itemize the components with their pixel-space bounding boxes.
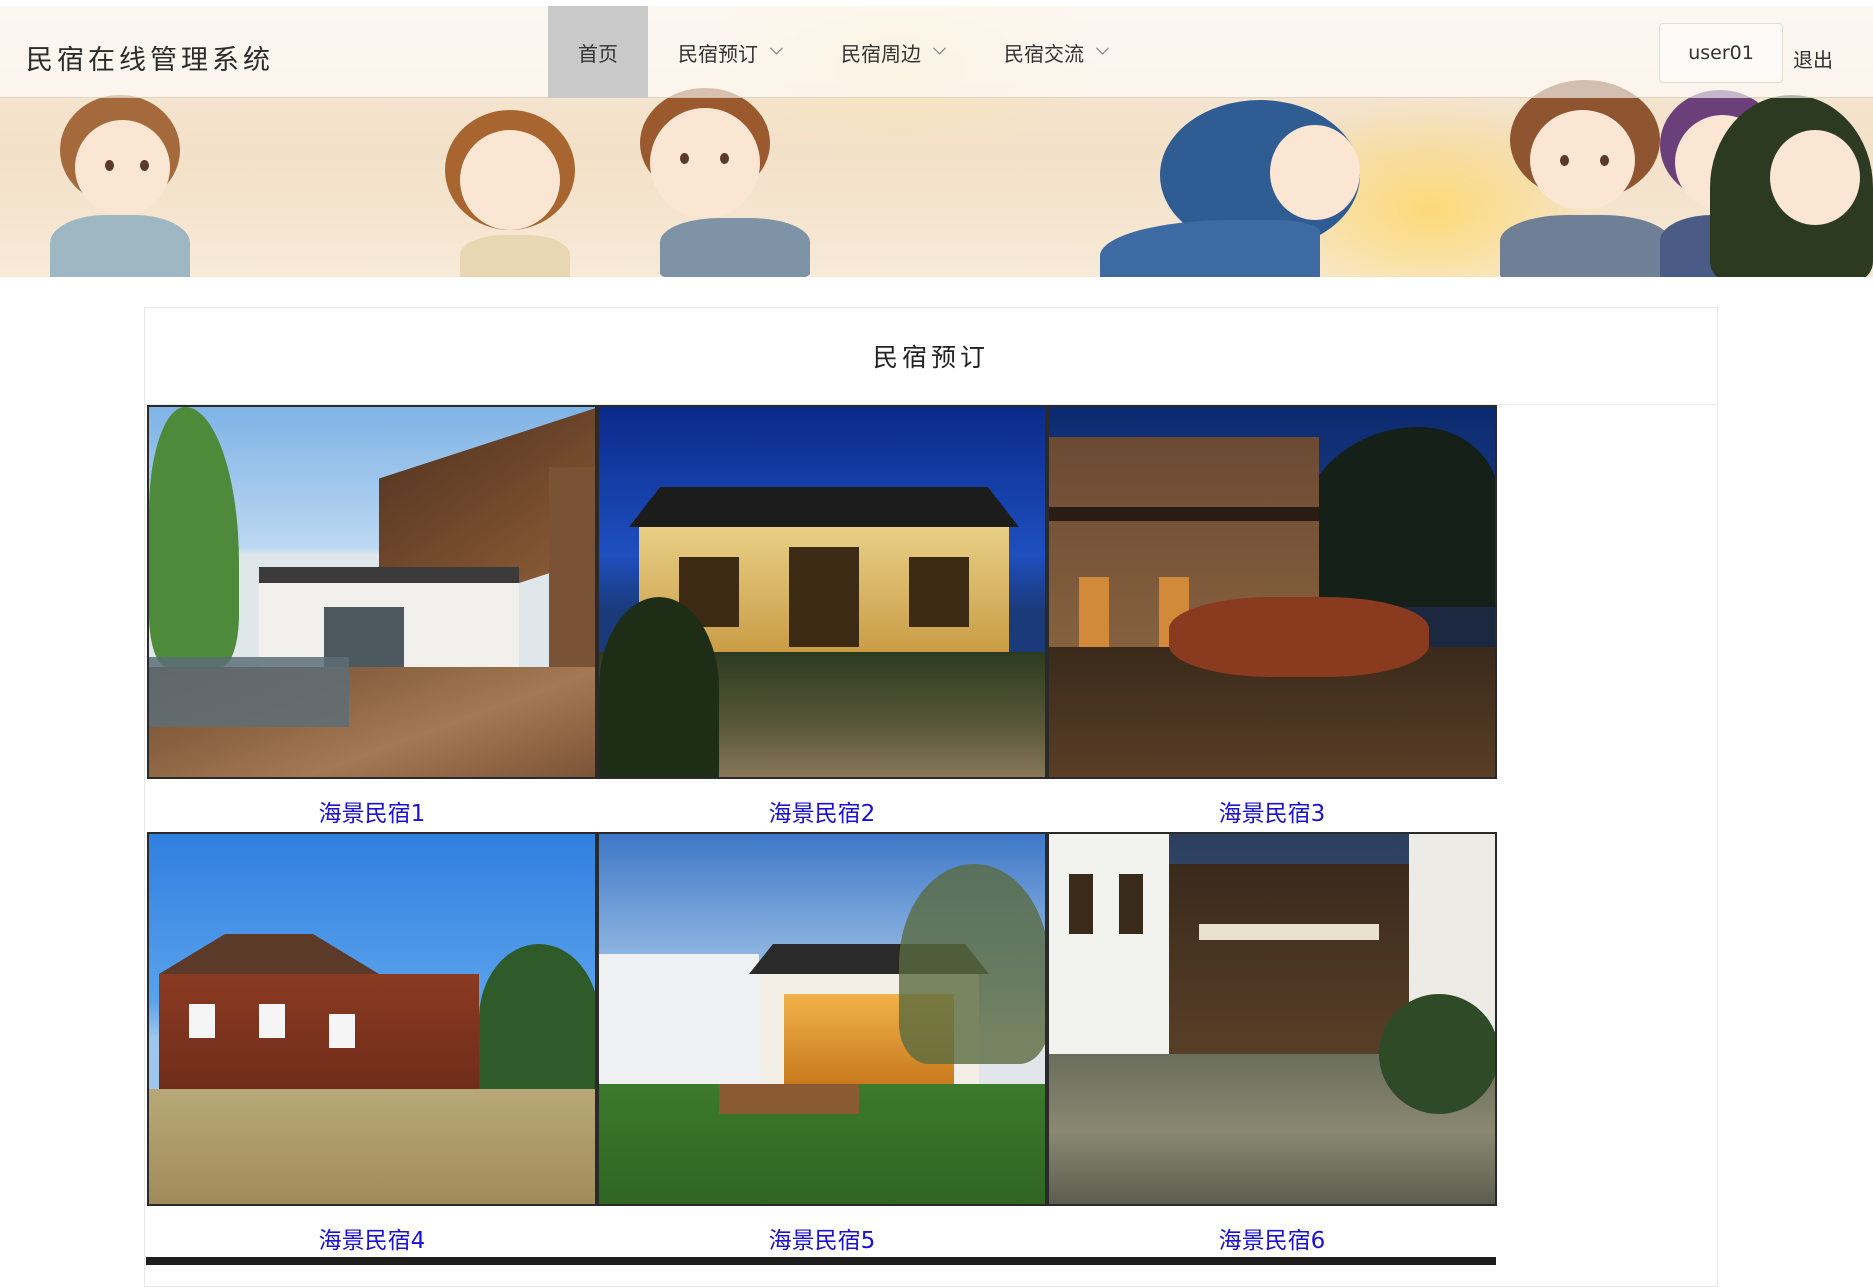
character-4	[1080, 100, 1380, 277]
character-3	[620, 88, 810, 277]
header-banner: 民宿在线管理系统 首页 民宿预订 民宿周边 民宿交流 user01 退出	[0, 0, 1873, 277]
chevron-down-icon	[1096, 41, 1109, 55]
menu-item-booking-label: 民宿预订	[678, 41, 758, 66]
homestay-name[interactable]: 海景民宿6	[1047, 1206, 1497, 1259]
chevron-down-icon	[933, 41, 946, 55]
homestay-photo[interactable]	[597, 832, 1047, 1206]
section-title: 民宿预订	[145, 308, 1717, 405]
logout-link[interactable]: 退出	[1793, 44, 1833, 73]
user-button[interactable]: user01	[1659, 23, 1783, 83]
homestay-name[interactable]: 海景民宿1	[147, 779, 597, 832]
character-5	[1500, 80, 1670, 277]
homestay-card[interactable]: 海景民宿5	[597, 832, 1047, 1259]
main-menu: 首页 民宿预订 民宿周边 民宿交流	[548, 6, 1137, 98]
character-1	[40, 95, 190, 277]
top-navbar: 民宿在线管理系统 首页 民宿预订 民宿周边 民宿交流 user01 退出	[0, 6, 1873, 98]
homestay-card[interactable]: 海景民宿6	[1047, 832, 1497, 1259]
character-7	[1710, 95, 1873, 277]
homestay-photo[interactable]	[1047, 832, 1497, 1206]
homestay-name[interactable]: 海景民宿3	[1047, 779, 1497, 832]
homestay-card[interactable]: 海景民宿4	[147, 832, 597, 1259]
homestay-name[interactable]: 海景民宿2	[597, 779, 1047, 832]
homestay-name[interactable]: 海景民宿4	[147, 1206, 597, 1259]
homestay-card[interactable]: 海景民宿2	[597, 405, 1047, 832]
chevron-down-icon	[770, 41, 783, 55]
menu-item-home[interactable]: 首页	[548, 6, 648, 98]
character-2	[440, 110, 580, 277]
homestay-grid: 海景民宿1 海景民宿2 海景民宿3 海景民宿4 海景民宿5 海景民宿6	[147, 405, 1497, 1259]
homestay-photo[interactable]	[147, 405, 597, 779]
site-logo[interactable]: 民宿在线管理系统	[26, 38, 274, 77]
booking-card: 民宿预订 海景民宿1 海景民宿2 海景民宿3 海景民宿4 海景民宿5 海景民宿6	[144, 307, 1718, 1287]
homestay-name[interactable]: 海景民宿5	[597, 1206, 1047, 1259]
menu-item-community-label: 民宿交流	[1004, 41, 1084, 66]
homestay-card[interactable]: 海景民宿1	[147, 405, 597, 832]
homestay-photo[interactable]	[597, 405, 1047, 779]
next-row-photos-edge	[146, 1257, 1496, 1265]
menu-item-surroundings-label: 民宿周边	[841, 41, 921, 66]
menu-item-community[interactable]: 民宿交流	[974, 6, 1137, 98]
menu-item-surroundings[interactable]: 民宿周边	[811, 6, 974, 98]
menu-item-booking[interactable]: 民宿预订	[648, 6, 811, 98]
homestay-card[interactable]: 海景民宿3	[1047, 405, 1497, 832]
menu-item-home-label: 首页	[578, 41, 618, 66]
homestay-photo[interactable]	[1047, 405, 1497, 779]
homestay-photo[interactable]	[147, 832, 597, 1206]
